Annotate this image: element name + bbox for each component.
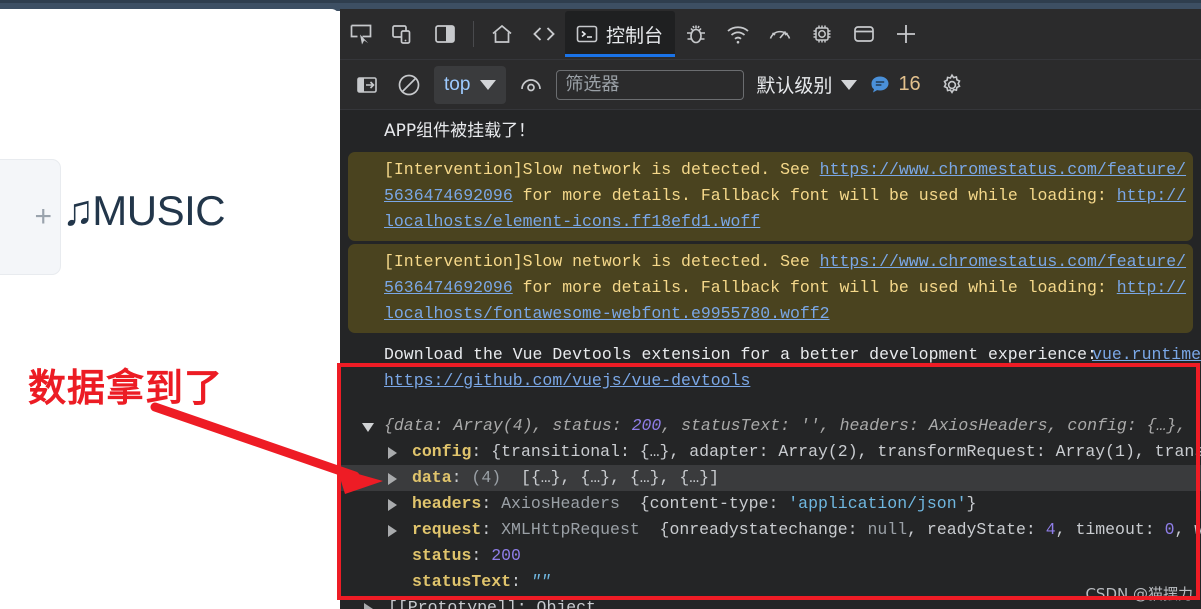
console-warning-2: [Intervention]Slow network is detected. … [348, 244, 1193, 333]
execution-context-select[interactable]: top [434, 65, 507, 104]
object-row-headers[interactable]: headers: AxiosHeaders {content-type: 'ap… [340, 491, 1201, 517]
vue-tip-link[interactable]: https://github.com/vuejs/vue-devtools [384, 371, 750, 390]
tab-console[interactable]: 控制台 [565, 11, 676, 57]
object-row-prototype[interactable]: [[Prototype]]: Object [340, 595, 1201, 609]
device-toolbar-icon[interactable] [382, 12, 424, 56]
add-card[interactable]: + [0, 159, 61, 275]
plus-icon: + [34, 200, 52, 233]
issues-count: 16 [898, 73, 921, 95]
object-row-statusText[interactable]: statusText: "" [340, 569, 1201, 595]
vue-devtools-tip: Download the Vue Devtools extension for … [340, 336, 1201, 399]
object-key: data [412, 468, 452, 487]
site-logo[interactable]: ♫ MUSIC [62, 186, 226, 235]
chevron-down-icon [841, 79, 858, 90]
object-value: Object [536, 598, 596, 609]
execution-context-label: top [444, 73, 471, 95]
object-value: {transitional: {…}, adapter: Array(2), t… [491, 442, 1201, 461]
object-classname: AxiosHeaders [501, 494, 620, 513]
tab-active-indicator [565, 54, 676, 57]
object-row-data[interactable]: data: (4) [{…}, {…}, {…}, {…}] [340, 465, 1201, 491]
web-page-viewport: + ♫ MUSIC 数据拿到了 [0, 9, 340, 609]
issues-button[interactable]: 16 [869, 73, 921, 96]
object-key: config [412, 442, 472, 461]
devtools-tabbar: 控制台 [340, 9, 1201, 60]
object-key: statusText [412, 572, 512, 591]
object-count: (4) [471, 468, 502, 487]
application-icon[interactable] [843, 12, 885, 56]
object-row-request[interactable]: request: XMLHttpRequest {onreadystatecha… [340, 517, 1201, 543]
chevron-down-icon[interactable] [362, 423, 374, 432]
warning-2-mid: for more details. Fallback font will be … [512, 278, 1117, 297]
console-warning-1: [Intervention]Slow network is detected. … [348, 152, 1193, 241]
object-key: request [412, 520, 482, 539]
sources-icon[interactable] [523, 12, 565, 56]
console-filter-input[interactable] [556, 69, 745, 100]
bug-icon[interactable] [675, 12, 717, 56]
chevron-right-icon[interactable] [388, 447, 397, 459]
tab-console-label: 控制台 [606, 24, 664, 47]
chevron-down-icon [480, 79, 497, 90]
object-key: [[Prototype]] [388, 598, 517, 609]
object-header-row[interactable]: {data: Array(4), status: 200, statusText… [340, 413, 1201, 439]
object-classname: XMLHttpRequest [501, 520, 640, 539]
object-row-config[interactable]: config: {transitional: {…}, adapter: Arr… [340, 439, 1201, 465]
chevron-right-icon[interactable] [364, 603, 373, 609]
object-value: 200 [491, 546, 521, 565]
toolbar-divider [473, 21, 474, 47]
log-level-select[interactable]: 默认级别 [756, 71, 858, 98]
live-expression-icon[interactable] [514, 68, 548, 102]
log-level-label: 默认级别 [756, 75, 833, 97]
object-key: headers [412, 494, 482, 513]
music-note-icon: ♫ [62, 186, 95, 235]
chevron-right-icon[interactable] [388, 473, 397, 485]
vue-tip-source[interactable]: vue.runtime [1092, 342, 1201, 368]
site-logo-text: MUSIC [92, 187, 226, 234]
object-key: status [412, 546, 472, 565]
object-header-text: {data: Array(4), status: 200, statusText… [384, 416, 1187, 435]
more-panels-icon[interactable] [885, 12, 927, 56]
devtools-panel: 控制台 top 筛选器 默认级别 16 APP组件被挂载了！ [Interven… [340, 9, 1201, 609]
object-value: "" [530, 572, 551, 591]
warning-1-prefix: [Intervention]Slow network is detected. … [384, 160, 820, 179]
gear-icon[interactable] [935, 68, 969, 102]
console-sidebar-icon[interactable] [350, 68, 384, 102]
watermark: CSDN @猫摆力 [1085, 585, 1193, 603]
inspect-element-icon[interactable] [340, 12, 382, 56]
console-icon [576, 25, 598, 43]
memory-icon[interactable] [801, 12, 843, 56]
annotation-label: 数据拿到了 [28, 366, 224, 410]
console-output[interactable]: APP组件被挂载了！ [Intervention]Slow network is… [340, 110, 1201, 609]
clear-console-icon[interactable] [392, 68, 426, 102]
console-filterbar: top 默认级别 16 [340, 60, 1201, 110]
screenshot-root: + ♫ MUSIC 数据拿到了 控制台 top 筛选器 默认级别 16 APP组… [0, 0, 1201, 609]
home-icon[interactable] [481, 12, 523, 56]
object-value: [{…}, {…}, {…}, {…}] [520, 468, 719, 487]
chevron-right-icon[interactable] [388, 525, 397, 537]
dock-side-icon[interactable] [424, 12, 466, 56]
chevron-right-icon[interactable] [388, 499, 397, 511]
browser-chrome-band-dark [0, 0, 1201, 3]
network-icon[interactable] [717, 12, 759, 56]
logged-object[interactable]: {data: Array(4), status: 200, statusText… [340, 413, 1201, 609]
issues-icon [871, 76, 889, 92]
warning-1-mid: for more details. Fallback font will be … [512, 186, 1117, 205]
warning-2-prefix: [Intervention]Slow network is detected. … [384, 252, 820, 271]
performance-icon[interactable] [759, 12, 801, 56]
vue-tip-text: Download the Vue Devtools extension for … [384, 345, 1097, 364]
console-log-message: APP组件被挂载了！ [384, 121, 536, 141]
object-row-status[interactable]: status: 200 [340, 543, 1201, 569]
